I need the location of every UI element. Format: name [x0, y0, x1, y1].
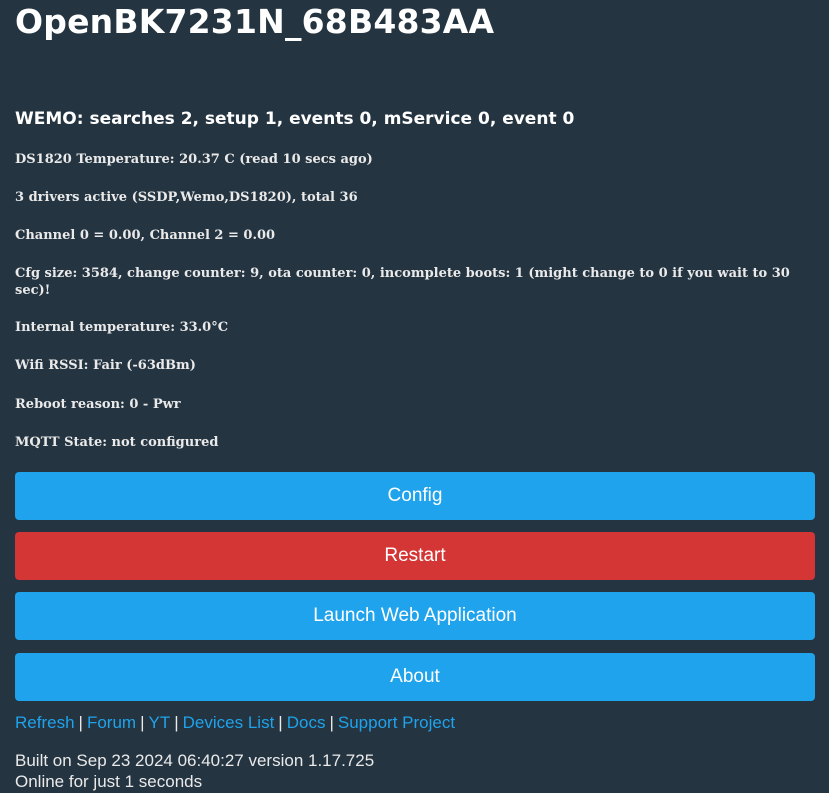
cfg-status: Cfg size: 3584, change counter: 9, ota c…: [15, 266, 790, 298]
config-button[interactable]: Config: [15, 472, 815, 520]
restart-button[interactable]: Restart: [15, 532, 815, 580]
mqtt-state: MQTT State: not configured: [15, 435, 219, 450]
link-separator: |: [78, 713, 83, 732]
wemo-status: WEMO: searches 2, setup 1, events 0, mSe…: [15, 109, 575, 129]
build-info: Built on Sep 23 2024 06:40:27 version 1.…: [15, 751, 375, 770]
reboot-reason: Reboot reason: 0 - Pwr: [15, 397, 181, 412]
devices-list-link[interactable]: Devices List: [183, 713, 275, 732]
uptime-info: Online for just 1 seconds: [15, 772, 203, 791]
wifi-rssi: Wifi RSSI: Fair (-63dBm): [15, 358, 196, 373]
yt-link[interactable]: YT: [149, 713, 171, 732]
page-container: OpenBK7231N_68B483AA: [0, 0, 829, 41]
ds1820-temperature: DS1820 Temperature: 20.37 C (read 10 sec…: [15, 152, 373, 167]
channels-status: Channel 0 = 0.00, Channel 2 = 0.00: [15, 228, 276, 243]
launch-web-app-button[interactable]: Launch Web Application: [15, 592, 815, 640]
page-title: OpenBK7231N_68B483AA: [15, 2, 495, 41]
link-separator: |: [174, 713, 179, 732]
link-separator: |: [140, 713, 145, 732]
drivers-status: 3 drivers active (SSDP,Wemo,DS1820), tot…: [15, 190, 358, 205]
internal-temperature: Internal temperature: 33.0°C: [15, 320, 229, 335]
forum-link[interactable]: Forum: [87, 713, 136, 732]
support-project-link[interactable]: Support Project: [338, 713, 455, 732]
refresh-link[interactable]: Refresh: [15, 713, 75, 732]
about-button[interactable]: About: [15, 653, 815, 701]
docs-link[interactable]: Docs: [287, 713, 326, 732]
link-separator: |: [278, 713, 283, 732]
nav-links: Refresh | Forum | YT | Devices List | Docs | Suppo…: [15, 712, 455, 734]
link-separator: |: [329, 713, 334, 732]
